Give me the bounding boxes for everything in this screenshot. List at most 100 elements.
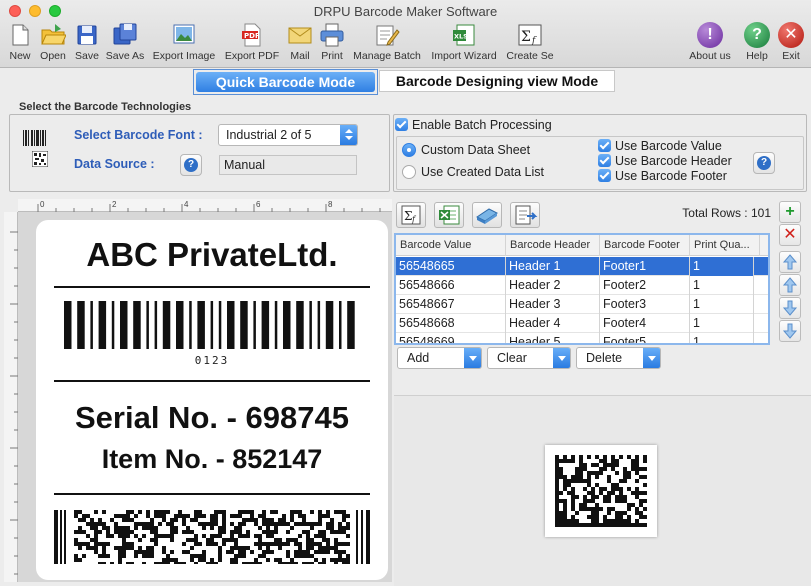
ruler-tick-label: 4 [184, 200, 189, 209]
datamatrix-preview [545, 445, 657, 537]
arrow-down-icon [782, 300, 798, 316]
batch-data-table[interactable]: Barcode Value Barcode Header Barcode Foo… [394, 233, 770, 345]
move-bottom-button[interactable] [779, 320, 801, 342]
batch-data-panel: Σf Total Rows : 101 + ✕ Barcode Value Ba… [394, 199, 811, 586]
technologies-title: Select the Barcode Technologies [19, 101, 192, 113]
checkbox-checked-icon [598, 154, 611, 167]
save-button[interactable]: Save [73, 22, 101, 66]
checkbox-checked-icon [395, 118, 408, 131]
series-tool-button[interactable]: Σf [396, 202, 426, 228]
plus-icon: + [785, 203, 795, 220]
column-header[interactable]: Print Qua... [690, 235, 760, 256]
export-list-button[interactable] [510, 202, 540, 228]
sigma-series-icon: Σf [517, 22, 543, 48]
linear-barcode-icon [23, 130, 47, 149]
move-down-button[interactable] [779, 297, 801, 319]
quick-barcode-mode-tab[interactable]: Quick Barcode Mode [193, 69, 378, 95]
new-file-icon [7, 22, 33, 48]
svg-text:PDF: PDF [244, 32, 260, 40]
datamatrix-barcode [555, 455, 647, 527]
about-button[interactable]: ! About us [688, 22, 732, 66]
printer-icon [319, 22, 345, 48]
new-button[interactable]: New [6, 22, 34, 66]
data-source-help-button[interactable]: ? [180, 154, 202, 176]
folder-open-icon [40, 22, 67, 48]
technologies-group: Select Barcode Font : Industrial 2 of 5 … [9, 114, 390, 192]
checkbox-checked-icon [598, 139, 611, 152]
image-export-icon [171, 22, 197, 48]
created-data-list-radio[interactable]: Use Created Data List [402, 165, 544, 179]
exit-button[interactable]: ✕ Exit [777, 22, 805, 66]
column-header[interactable]: Barcode Header [506, 235, 600, 256]
label-preview-canvas[interactable]: ABC PrivateLtd. 0123 Serial No. - 698745… [18, 212, 392, 582]
close-icon: ✕ [783, 226, 797, 243]
move-up-button[interactable] [779, 274, 801, 296]
create-series-button[interactable]: Σf Create Se [504, 22, 556, 66]
help-button[interactable]: ? Help [743, 22, 771, 66]
help-icon: ? [744, 22, 770, 48]
svg-text:XLS: XLS [454, 33, 468, 41]
chevron-down-icon [464, 348, 481, 368]
window-title: DRPU Barcode Maker Software [313, 4, 498, 19]
table-row[interactable]: 56548668 Header 4 Footer4 1 [396, 314, 768, 333]
data-sheet-icon [476, 208, 498, 224]
sigma-series-icon: Σf [401, 205, 421, 225]
print-button[interactable]: Print [318, 22, 346, 66]
open-button[interactable]: Open [38, 22, 68, 66]
label-divider [54, 286, 370, 288]
table-row[interactable]: 56548667 Header 3 Footer3 1 [396, 295, 768, 314]
table-header: Barcode Value Barcode Header Barcode Foo… [396, 235, 768, 256]
ruler-tick-label: 6 [256, 200, 261, 209]
label-divider [54, 380, 370, 382]
add-row-button[interactable]: + [779, 201, 801, 223]
custom-data-sheet-radio[interactable]: Custom Data Sheet [402, 143, 530, 157]
ruler-tick-label: 2 [112, 200, 117, 209]
radio-selected-icon [402, 143, 416, 157]
excel-tool-button[interactable] [434, 202, 464, 228]
table-row[interactable]: 56548665 Header 1 Footer1 1 [396, 257, 768, 276]
checkbox-checked-icon [598, 169, 611, 182]
2d-stacked-barcode [54, 510, 370, 564]
floppy-disk-icon [74, 22, 100, 48]
vertical-ruler [4, 212, 18, 582]
move-top-button[interactable] [779, 251, 801, 273]
table-row[interactable]: 56548666 Header 2 Footer2 1 [396, 276, 768, 295]
table-row[interactable]: 56548669 Header 5 Footer5 1 [396, 333, 768, 343]
column-header[interactable]: Barcode Footer [600, 235, 690, 256]
data-tool-button[interactable] [472, 202, 502, 228]
enable-batch-checkbox[interactable]: Enable Batch Processing [395, 118, 552, 132]
use-barcode-footer-checkbox[interactable]: Use Barcode Footer [598, 169, 727, 183]
manage-batch-button[interactable]: Manage Batch [351, 22, 423, 66]
arrow-up-icon [782, 277, 798, 293]
batch-processing-group: Enable Batch Processing Custom Data Shee… [393, 114, 807, 192]
dropdown-arrow-icon [340, 125, 357, 145]
export-pdf-button[interactable]: PDF Export PDF [223, 22, 281, 66]
barcode-font-label: Select Barcode Font : [74, 128, 203, 142]
designing-view-mode-tab[interactable]: Barcode Designing view Mode [379, 70, 615, 92]
arrow-down-icon [782, 323, 798, 339]
column-header[interactable]: Barcode Value [396, 235, 506, 256]
export-list-icon [515, 205, 538, 225]
clear-dropdown-button[interactable]: Clear [487, 347, 571, 369]
barcode-label: ABC PrivateLtd. 0123 Serial No. - 698745… [36, 220, 388, 580]
label-divider [54, 493, 370, 495]
use-barcode-header-checkbox[interactable]: Use Barcode Header [598, 154, 732, 168]
batch-help-button[interactable]: ? [753, 152, 775, 174]
ruler-tick-label: 8 [328, 200, 333, 209]
data-source-label: Data Source : [74, 157, 155, 171]
label-item-text: Item No. - 852147 [101, 444, 323, 474]
delete-row-button[interactable]: ✕ [779, 224, 801, 246]
delete-dropdown-button[interactable]: Delete [576, 347, 661, 369]
chevron-down-icon [643, 348, 660, 368]
settings-area: Select the Barcode Technologies Select B… [9, 97, 807, 193]
import-wizard-button[interactable]: XLS Import Wizard [428, 22, 500, 66]
export-image-button[interactable]: Export Image [151, 22, 217, 66]
barcode-font-select[interactable]: Industrial 2 of 5 [218, 124, 358, 146]
use-barcode-value-checkbox[interactable]: Use Barcode Value [598, 139, 722, 153]
mail-button[interactable]: Mail [287, 22, 313, 66]
add-dropdown-button[interactable]: Add [397, 347, 482, 369]
2d-barcode-icon [31, 150, 49, 170]
save-as-button[interactable]: Save As [105, 22, 145, 66]
arrow-up-icon [782, 254, 798, 270]
excel-icon [439, 205, 460, 225]
